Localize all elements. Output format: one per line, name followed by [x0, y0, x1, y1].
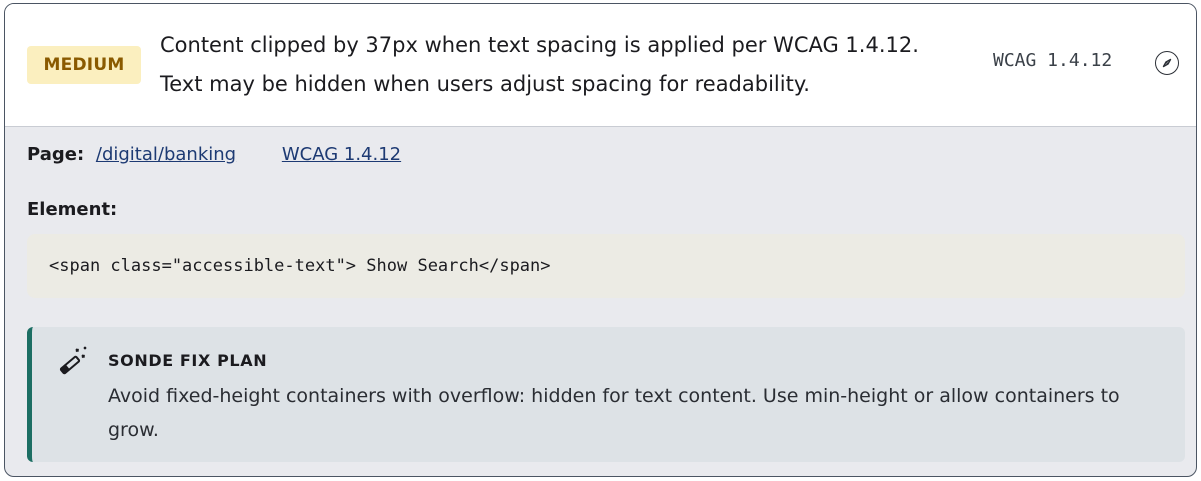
page-label: Page: — [27, 144, 85, 165]
element-code: <span class="accessible-text"> Show Sear… — [27, 234, 1185, 298]
fix-plan-text: Avoid fixed-height containers with overf… — [108, 385, 1120, 441]
issue-header[interactable]: MEDIUM Content clipped by 37px when text… — [5, 4, 1196, 127]
criterion-label: WCAG 1.4.12 — [993, 50, 1113, 71]
magic-wand-icon — [56, 345, 88, 377]
page-info-row: Page: /digital/banking WCAG 1.4.12 — [27, 144, 401, 165]
element-label: Element: — [27, 199, 118, 220]
severity-badge: MEDIUM — [27, 46, 141, 84]
fix-plan-panel: SONDE FIX PLAN Avoid fixed-height contai… — [27, 327, 1185, 462]
issue-card: MEDIUM Content clipped by 37px when text… — [4, 3, 1197, 477]
wcag-link[interactable]: WCAG 1.4.12 — [282, 144, 401, 165]
issue-summary: Content clipped by 37px when text spacin… — [160, 33, 919, 96]
compass-icon[interactable] — [1155, 51, 1179, 75]
fix-plan-title: SONDE FIX PLAN — [108, 351, 268, 370]
page-link[interactable]: /digital/banking — [96, 144, 236, 165]
